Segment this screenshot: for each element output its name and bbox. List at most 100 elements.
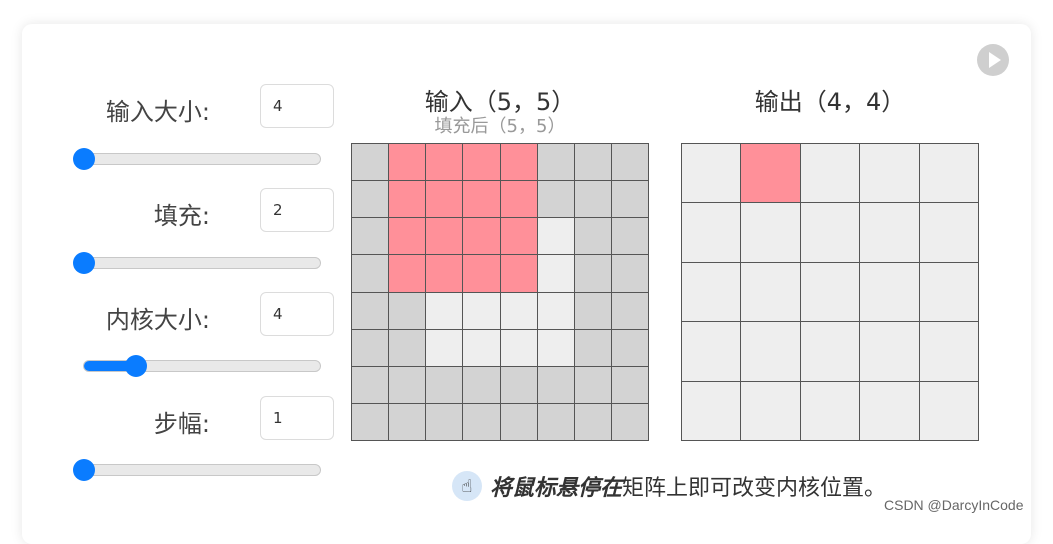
matrix-cell[interactable] <box>352 255 389 292</box>
matrix-cell[interactable] <box>919 262 978 322</box>
output-matrix[interactable] <box>681 143 979 441</box>
matrix-cell[interactable] <box>352 181 389 218</box>
slider-thumb[interactable] <box>73 252 95 274</box>
matrix-cell[interactable] <box>574 144 611 181</box>
matrix-cell[interactable] <box>537 218 574 255</box>
matrix-cell[interactable] <box>574 292 611 329</box>
matrix-cell[interactable] <box>463 144 500 181</box>
matrix-cell[interactable] <box>500 255 537 292</box>
matrix-cell[interactable] <box>800 322 860 381</box>
matrix-cell[interactable] <box>682 381 741 440</box>
kernel-size-slider[interactable] <box>83 355 321 377</box>
matrix-cell[interactable] <box>537 366 574 403</box>
matrix-cell[interactable] <box>574 218 611 255</box>
matrix-cell[interactable] <box>741 262 800 322</box>
matrix-cell[interactable] <box>919 203 978 262</box>
matrix-cell[interactable] <box>463 181 500 218</box>
matrix-cell[interactable] <box>800 203 860 262</box>
matrix-cell[interactable] <box>537 292 574 329</box>
input-matrix[interactable] <box>351 143 649 441</box>
matrix-cell[interactable] <box>426 329 463 366</box>
matrix-cell[interactable] <box>389 181 426 218</box>
matrix-cell[interactable] <box>574 181 611 218</box>
matrix-cell[interactable] <box>860 144 919 203</box>
input-size-field[interactable]: 4 <box>260 84 334 128</box>
slider-thumb[interactable] <box>73 148 95 170</box>
matrix-cell[interactable] <box>463 366 500 403</box>
matrix-cell[interactable] <box>574 366 611 403</box>
matrix-cell[interactable] <box>800 381 860 440</box>
matrix-cell[interactable] <box>919 381 978 440</box>
matrix-cell[interactable] <box>611 255 648 292</box>
matrix-cell[interactable] <box>463 218 500 255</box>
matrix-cell[interactable] <box>389 329 426 366</box>
matrix-cell[interactable] <box>537 144 574 181</box>
matrix-cell[interactable] <box>500 181 537 218</box>
slider-thumb[interactable] <box>73 459 95 481</box>
matrix-cell[interactable] <box>426 218 463 255</box>
matrix-cell[interactable] <box>389 403 426 440</box>
matrix-cell[interactable] <box>741 144 800 203</box>
matrix-cell[interactable] <box>500 218 537 255</box>
kernel-size-field[interactable]: 4 <box>260 292 334 336</box>
matrix-cell[interactable] <box>389 255 426 292</box>
matrix-cell[interactable] <box>500 366 537 403</box>
stride-field[interactable]: 1 <box>260 396 334 440</box>
matrix-cell[interactable] <box>611 403 648 440</box>
matrix-cell[interactable] <box>463 255 500 292</box>
matrix-cell[interactable] <box>389 218 426 255</box>
matrix-cell[interactable] <box>352 366 389 403</box>
matrix-cell[interactable] <box>463 403 500 440</box>
matrix-cell[interactable] <box>611 329 648 366</box>
matrix-cell[interactable] <box>537 329 574 366</box>
matrix-cell[interactable] <box>426 292 463 329</box>
matrix-cell[interactable] <box>611 218 648 255</box>
matrix-cell[interactable] <box>574 403 611 440</box>
matrix-cell[interactable] <box>682 262 741 322</box>
stride-slider[interactable] <box>73 459 321 481</box>
matrix-cell[interactable] <box>860 262 919 322</box>
matrix-cell[interactable] <box>537 255 574 292</box>
matrix-cell[interactable] <box>352 144 389 181</box>
matrix-cell[interactable] <box>463 292 500 329</box>
matrix-cell[interactable] <box>389 144 426 181</box>
matrix-cell[interactable] <box>860 203 919 262</box>
matrix-cell[interactable] <box>463 329 500 366</box>
play-icon[interactable] <box>977 44 1009 76</box>
matrix-cell[interactable] <box>389 292 426 329</box>
matrix-cell[interactable] <box>352 292 389 329</box>
matrix-cell[interactable] <box>500 329 537 366</box>
matrix-cell[interactable] <box>919 322 978 381</box>
matrix-cell[interactable] <box>537 181 574 218</box>
matrix-cell[interactable] <box>352 403 389 440</box>
matrix-cell[interactable] <box>800 262 860 322</box>
matrix-cell[interactable] <box>352 329 389 366</box>
padding-field[interactable]: 2 <box>260 188 334 232</box>
matrix-cell[interactable] <box>537 403 574 440</box>
slider-thumb[interactable] <box>124 355 147 377</box>
matrix-cell[interactable] <box>500 403 537 440</box>
matrix-cell[interactable] <box>611 144 648 181</box>
matrix-cell[interactable] <box>574 255 611 292</box>
matrix-cell[interactable] <box>741 203 800 262</box>
matrix-cell[interactable] <box>860 381 919 440</box>
matrix-cell[interactable] <box>860 322 919 381</box>
matrix-cell[interactable] <box>741 381 800 440</box>
matrix-cell[interactable] <box>574 329 611 366</box>
matrix-cell[interactable] <box>682 144 741 203</box>
matrix-cell[interactable] <box>611 366 648 403</box>
matrix-cell[interactable] <box>741 322 800 381</box>
matrix-cell[interactable] <box>682 322 741 381</box>
input-size-slider[interactable] <box>73 148 321 170</box>
matrix-cell[interactable] <box>426 144 463 181</box>
matrix-cell[interactable] <box>919 144 978 203</box>
matrix-cell[interactable] <box>426 255 463 292</box>
matrix-cell[interactable] <box>426 366 463 403</box>
matrix-cell[interactable] <box>426 181 463 218</box>
matrix-cell[interactable] <box>389 366 426 403</box>
matrix-cell[interactable] <box>800 144 860 203</box>
matrix-cell[interactable] <box>500 292 537 329</box>
matrix-cell[interactable] <box>426 403 463 440</box>
matrix-cell[interactable] <box>611 292 648 329</box>
matrix-cell[interactable] <box>682 203 741 262</box>
